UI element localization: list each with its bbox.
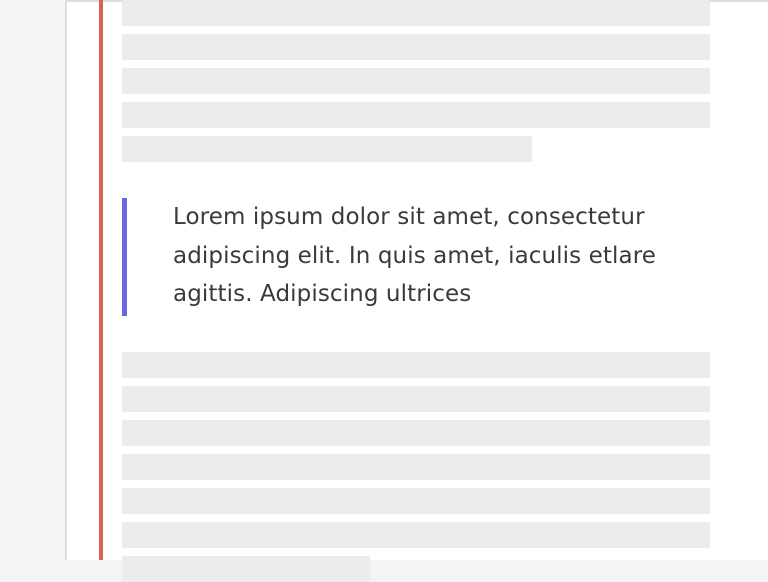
placeholder-line <box>122 136 532 162</box>
placeholder-line <box>122 386 710 412</box>
placeholder-line <box>122 420 710 446</box>
margin-rule <box>99 0 103 560</box>
placeholder-line <box>122 34 710 60</box>
placeholder-line <box>122 68 710 94</box>
placeholder-line <box>122 352 710 378</box>
blockquote-text: Lorem ipsum dolor sit amet, consectetur … <box>173 204 657 307</box>
placeholder-line <box>122 488 710 514</box>
placeholder-line <box>122 0 710 26</box>
placeholder-line <box>122 102 710 128</box>
placeholder-line <box>122 454 710 480</box>
blockquote-accent-bar <box>122 198 127 316</box>
placeholder-line <box>122 522 710 548</box>
